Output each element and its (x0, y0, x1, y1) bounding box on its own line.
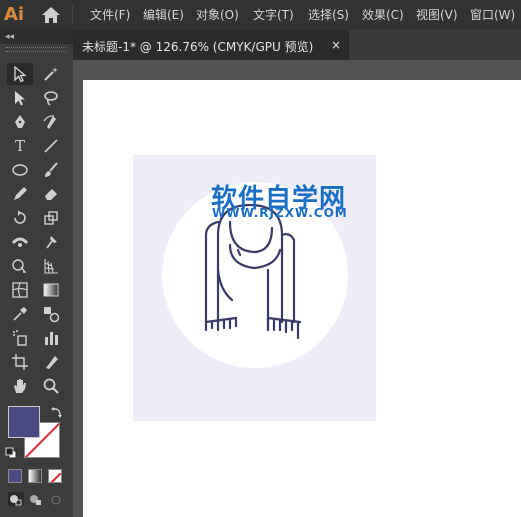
watermark-url: WWW.RJZXW.COM (212, 206, 348, 220)
illustration[interactable] (0, 0, 521, 517)
